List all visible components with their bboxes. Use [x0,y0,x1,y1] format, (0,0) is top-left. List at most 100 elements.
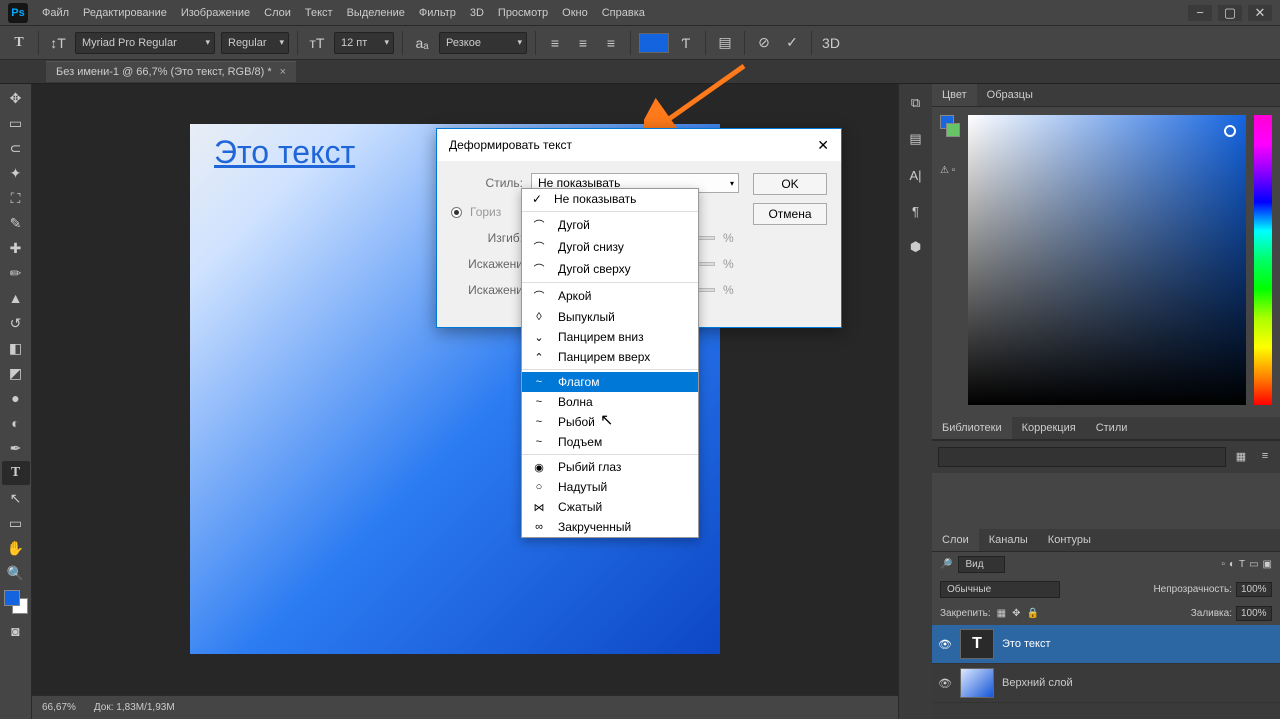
style-fish[interactable]: ~Рыбой [522,412,698,432]
font-family-select[interactable]: Myriad Pro Regular [75,32,215,54]
align-right-icon[interactable]: ≡ [600,32,622,54]
filter-icon[interactable]: 🔎 [940,559,952,570]
marquee-tool[interactable]: ▭ [2,111,30,135]
history-brush-tool[interactable]: ↺ [2,311,30,335]
style-arc-lower[interactable]: ⌒Дугой снизу [522,236,698,258]
menu-layers[interactable]: Слои [264,7,291,19]
hue-slider[interactable] [1254,115,1272,405]
quickmask-icon[interactable]: ◙ [2,619,30,643]
color-tab[interactable]: Цвет [932,84,977,106]
style-squeeze[interactable]: ⋈Сжатый [522,497,698,517]
style-twist[interactable]: ∞Закрученный [522,517,698,537]
foreground-color[interactable] [4,590,20,606]
libraries-tab[interactable]: Библиотеки [932,417,1012,439]
swatches-tab[interactable]: Образцы [977,84,1043,106]
window-minimize-icon[interactable]: − [1188,5,1212,21]
filter-kind-select[interactable]: Вид [958,556,1004,573]
dock-para-icon[interactable]: ¶ [905,200,927,222]
paths-tab[interactable]: Контуры [1038,529,1101,551]
cancel-button[interactable]: Отмена [753,203,827,225]
dock-actions-icon[interactable]: ▤ [905,128,927,150]
dock-char-icon[interactable]: A| [905,164,927,186]
color-field[interactable] [968,115,1246,405]
adjustments-tab[interactable]: Коррекция [1012,417,1086,439]
status-zoom[interactable]: 66,67% [42,702,76,713]
style-wave[interactable]: ~Волна [522,392,698,412]
blur-tool[interactable]: ● [2,386,30,410]
3d-icon[interactable]: 3D [820,32,842,54]
dock-history-icon[interactable]: ⧉ [905,92,927,114]
styles-tab[interactable]: Стили [1086,417,1138,439]
eraser-tool[interactable]: ◧ [2,336,30,360]
channels-tab[interactable]: Каналы [979,529,1038,551]
filter-adjust-icon[interactable]: ◐ [1229,559,1235,570]
menu-3d[interactable]: 3D [470,7,484,19]
library-select[interactable] [938,447,1226,467]
bg-swatch[interactable] [946,123,960,137]
hand-tool[interactable]: ✋ [2,536,30,560]
font-size-select[interactable]: 12 пт [334,32,394,54]
menu-text[interactable]: Текст [305,7,333,19]
color-swatches[interactable] [2,590,30,618]
path-select-tool[interactable]: ↖ [2,486,30,510]
filter-pixel-icon[interactable]: ▫ [1221,559,1225,570]
menu-help[interactable]: Справка [602,7,645,19]
dialog-close-icon[interactable]: ✕ [817,137,829,154]
lock-all-icon[interactable]: 🔒 [1027,608,1039,619]
style-arch[interactable]: ⌒Аркой [522,285,698,307]
eyedropper-tool[interactable]: ✎ [2,211,30,235]
list-view-icon[interactable]: ≡ [1256,447,1274,465]
tab-close-icon[interactable]: × [280,66,286,78]
filter-smart-icon[interactable]: ▣ [1263,559,1272,570]
layer-row[interactable]: 👁 T Это текст [932,625,1280,664]
lasso-tool[interactable]: ⊂ [2,136,30,160]
menu-select[interactable]: Выделение [347,7,405,19]
menu-image[interactable]: Изображение [181,7,250,19]
shape-tool[interactable]: ▭ [2,511,30,535]
wand-tool[interactable]: ✦ [2,161,30,185]
visibility-icon[interactable]: 👁 [938,677,952,690]
pen-tool[interactable]: ✒ [2,436,30,460]
blend-mode-select[interactable]: Обычные [940,581,1060,598]
window-close-icon[interactable]: ✕ [1248,5,1272,21]
layers-tab[interactable]: Слои [932,529,979,551]
style-arc-upper[interactable]: ⌒Дугой сверху [522,258,698,280]
align-center-icon[interactable]: ≡ [572,32,594,54]
commit-icon[interactable]: ✓ [781,32,803,54]
menu-file[interactable]: Файл [42,7,69,19]
layer-row[interactable]: 👁 Верхний слой [932,664,1280,703]
layer-name[interactable]: Это текст [1002,638,1051,650]
gradient-tool[interactable]: ◩ [2,361,30,385]
style-bulge[interactable]: ◊Выпуклый [522,307,698,327]
style-shell-upper[interactable]: ⌃Панцирем вверх [522,347,698,367]
align-left-icon[interactable]: ≡ [544,32,566,54]
color-picker-ring[interactable] [1224,125,1236,137]
move-tool[interactable]: ✥ [2,86,30,110]
visibility-icon[interactable]: 👁 [938,638,952,651]
ok-button[interactable]: OK [753,173,827,195]
style-rise[interactable]: ~Подъем [522,432,698,452]
zoom-tool[interactable]: 🔍 [2,561,30,585]
type-tool[interactable]: T [2,461,30,485]
font-weight-select[interactable]: Regular [221,32,289,54]
opacity-value[interactable]: 100% [1236,582,1272,597]
heal-tool[interactable]: ✚ [2,236,30,260]
filter-type-icon[interactable]: T [1239,559,1245,570]
menu-filter[interactable]: Фильтр [419,7,456,19]
menu-view[interactable]: Просмотр [498,7,548,19]
web-color-icon[interactable]: ⚠ ▫ [940,165,960,176]
window-restore-icon[interactable]: ▢ [1218,5,1242,21]
lock-position-icon[interactable]: ✥ [1012,608,1020,619]
antialias-select[interactable]: Резкое [439,32,527,54]
crop-tool[interactable]: ⛶ [2,186,30,210]
lock-pixels-icon[interactable]: ▦ [997,608,1006,619]
layer-name[interactable]: Верхний слой [1002,677,1073,689]
dock-3d-icon[interactable]: ⬢ [905,236,927,258]
text-orientation-icon[interactable]: ↕T [47,32,69,54]
cancel-icon[interactable]: ⊘ [753,32,775,54]
panels-toggle-icon[interactable]: ▤ [714,32,736,54]
text-color-swatch[interactable] [639,33,669,53]
fill-value[interactable]: 100% [1236,606,1272,621]
menu-window[interactable]: Окно [562,7,588,19]
warp-text-icon[interactable]: Ƭ [675,32,697,54]
